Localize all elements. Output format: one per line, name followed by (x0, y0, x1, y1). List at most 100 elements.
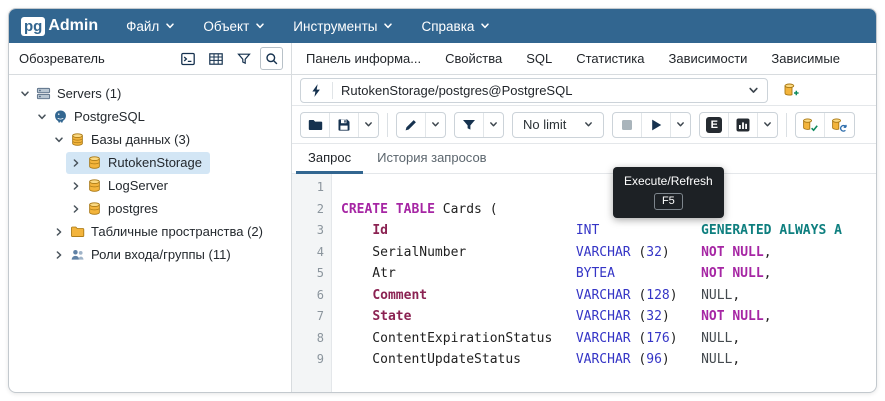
search-icon (264, 51, 280, 67)
line-number: 8 (292, 328, 331, 350)
code-line-8[interactable]: ContentExpirationStatus VARCHAR (176) NU… (341, 328, 876, 350)
filter-menu-button[interactable] (484, 113, 503, 137)
chevron-right-icon[interactable] (68, 204, 83, 214)
menubar-item-2[interactable]: Инструменты (293, 19, 393, 34)
tree-item-label: LogServer (106, 178, 168, 193)
db-icon (86, 155, 103, 170)
edit-menu-button[interactable] (426, 113, 445, 137)
panel-tab-1[interactable]: Свойства (445, 51, 502, 66)
edit-button[interactable] (397, 113, 426, 137)
tree-item-postgres-db[interactable]: postgres (9, 197, 291, 220)
play-icon (648, 117, 664, 133)
code-line-9[interactable]: ContentUpdateStatus VARCHAR (96) NULL, (341, 349, 876, 371)
tab-query-history[interactable]: История запросов (365, 144, 499, 174)
query-tool-button[interactable] (176, 47, 199, 70)
menu-items: Файл Объект Инструменты Справка (126, 19, 490, 34)
panel-tab-0[interactable]: Панель информа... (306, 51, 421, 66)
tab-query[interactable]: Запрос (296, 144, 363, 174)
connection-select[interactable]: RutokenStorage/postgres@PostgreSQL (300, 78, 768, 103)
explain-menu-button[interactable] (758, 113, 777, 137)
query-tool-panel: RutokenStorage/postgres@PostgreSQL (292, 75, 876, 392)
divider (332, 82, 333, 99)
tree-item-tablespaces[interactable]: Табличные пространства (2) (9, 220, 291, 243)
commit-button[interactable] (796, 113, 825, 137)
chevron-down-icon[interactable] (17, 89, 32, 99)
tree-item-body[interactable]: Роли входа/группы (11) (49, 244, 239, 266)
execute-menu-button[interactable] (671, 113, 690, 137)
tree-item-roles[interactable]: Роли входа/группы (11) (9, 243, 291, 266)
logo-admin: Admin (48, 17, 98, 35)
bar-chart-icon (735, 117, 751, 133)
tree-item-body[interactable]: postgres (66, 198, 166, 220)
connection-row: RutokenStorage/postgres@PostgreSQL (292, 75, 876, 106)
code-area[interactable]: CREATE TABLE Cards ( Id INT GENERATED AL… (332, 174, 876, 392)
chevron-down-icon (676, 120, 685, 129)
code-line-6[interactable]: Comment VARCHAR (128) NULL, (341, 285, 876, 307)
line-number-gutter: 123456789 (292, 174, 332, 392)
save-menu-button[interactable] (359, 113, 378, 137)
db-icon (86, 178, 103, 193)
tree-item-body[interactable]: LogServer (66, 175, 176, 197)
tree-item-body[interactable]: RutokenStorage (66, 152, 210, 174)
tree-item-rutokenstorage[interactable]: RutokenStorage (9, 151, 291, 174)
save-button[interactable] (330, 113, 359, 137)
tree-item-logserver[interactable]: LogServer (9, 174, 291, 197)
line-number: 9 (292, 349, 331, 371)
chevron-down-icon[interactable] (51, 135, 66, 145)
code-line-3[interactable]: Id INT GENERATED ALWAYS A (341, 220, 876, 242)
panel-tab-3[interactable]: Статистика (576, 51, 644, 66)
explain-button[interactable]: E (700, 113, 729, 137)
chevron-right-icon (54, 250, 64, 260)
logo-pg: pg (21, 17, 45, 36)
chevron-right-icon[interactable] (51, 227, 66, 237)
menubar-item-3[interactable]: Справка (421, 19, 490, 34)
panel-tab-5[interactable]: Зависимые (771, 51, 840, 66)
panel-tab-2[interactable]: SQL (526, 51, 552, 66)
chevron-down-icon (383, 21, 393, 31)
explain-icon: E (706, 117, 722, 133)
filter-group (454, 112, 504, 138)
line-number: 5 (292, 263, 331, 285)
row-limit-select[interactable]: No limit (512, 112, 604, 138)
open-file-button[interactable] (301, 113, 330, 137)
menu-label: Инструменты (293, 19, 377, 34)
sql-editor[interactable]: 123456789 CREATE TABLE Cards ( Id INT GE… (292, 174, 876, 392)
menubar-item-0[interactable]: Файл (126, 19, 175, 34)
tree-item-databases[interactable]: Базы данных (3) (9, 128, 291, 151)
tree-item-body[interactable]: PostgreSQL (32, 106, 153, 128)
chevron-down-icon (763, 120, 772, 129)
chevron-right-icon[interactable] (68, 158, 83, 168)
tree-item-postgresql[interactable]: PostgreSQL (9, 105, 291, 128)
tree-item-body[interactable]: Базы данных (3) (49, 129, 198, 151)
roles-icon (69, 247, 86, 262)
explain-analyze-button[interactable] (729, 113, 758, 137)
tree-item-body[interactable]: Табличные пространства (2) (49, 221, 271, 243)
chevron-down-icon (480, 21, 490, 31)
panel-tab-4[interactable]: Зависимости (669, 51, 748, 66)
tree-item-servers[interactable]: Servers (1) (9, 82, 291, 105)
code-line-7[interactable]: State VARCHAR (32) NOT NULL, (341, 306, 876, 328)
line-number: 6 (292, 285, 331, 307)
chevron-down-icon (489, 120, 498, 129)
filtered-rows-button[interactable] (232, 47, 255, 70)
code-line-1[interactable] (341, 177, 876, 199)
menubar-item-1[interactable]: Объект (203, 19, 265, 34)
execute-button[interactable] (642, 113, 671, 137)
new-connection-button[interactable] (776, 78, 806, 103)
code-line-2[interactable]: CREATE TABLE Cards ( (341, 199, 876, 221)
search-objects-button[interactable] (260, 47, 283, 70)
funnel-icon (236, 51, 252, 67)
code-line-5[interactable]: Atr BYTEA NOT NULL, (341, 263, 876, 285)
code-line-4[interactable]: SerialNumber VARCHAR (32) NOT NULL, (341, 242, 876, 264)
chevron-right-icon (71, 204, 81, 214)
view-data-button[interactable] (204, 47, 227, 70)
chevron-down-icon[interactable] (34, 112, 49, 122)
chevron-right-icon[interactable] (51, 250, 66, 260)
chevron-right-icon[interactable] (68, 181, 83, 191)
rollback-button[interactable] (825, 113, 854, 137)
filter-button[interactable] (455, 113, 484, 137)
save-icon (336, 117, 352, 133)
stop-button[interactable] (613, 113, 642, 137)
file-group (300, 112, 379, 138)
tree-item-body[interactable]: Servers (1) (15, 83, 129, 105)
